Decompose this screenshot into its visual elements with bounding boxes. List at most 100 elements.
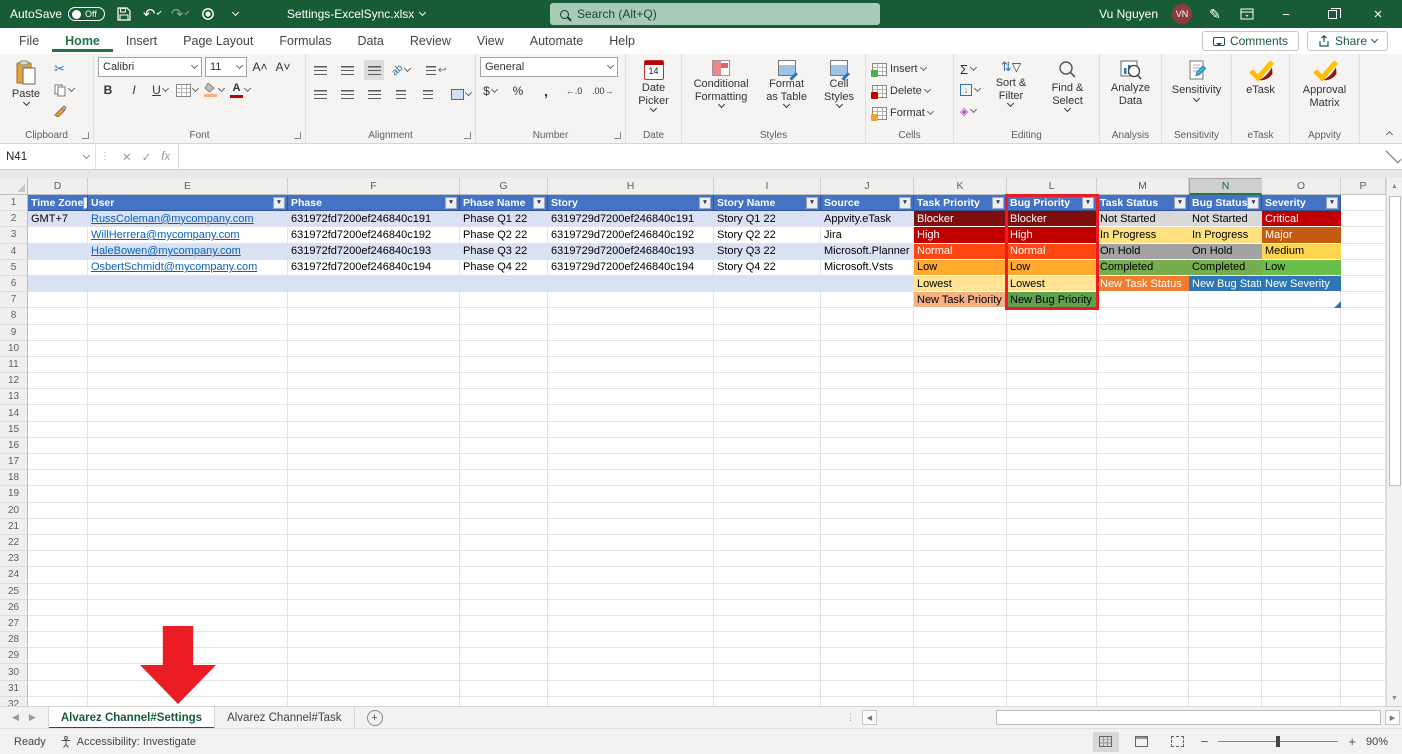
save-button[interactable] — [115, 5, 133, 23]
tab-help[interactable]: Help — [596, 30, 648, 52]
cell-D1[interactable]: Time Zone▼ — [28, 195, 88, 211]
cell-H30[interactable] — [548, 664, 714, 680]
conditional-formatting-button[interactable]: Conditional Formatting — [686, 57, 756, 110]
cell-K32[interactable] — [914, 697, 1007, 706]
cell-P20[interactable] — [1341, 503, 1386, 519]
cell-I28[interactable] — [714, 632, 821, 648]
insert-function-button[interactable]: fx — [161, 151, 170, 163]
align-right-button[interactable] — [364, 84, 384, 104]
cell-I31[interactable] — [714, 681, 821, 697]
cell-F32[interactable] — [288, 697, 460, 706]
cell-G9[interactable] — [460, 325, 548, 341]
close-button[interactable]: × — [1362, 0, 1394, 28]
cell-P11[interactable] — [1341, 357, 1386, 373]
collapse-ribbon-button[interactable] — [1386, 131, 1393, 138]
zoom-slider-thumb[interactable] — [1276, 736, 1280, 747]
cell-M15[interactable] — [1097, 422, 1189, 438]
cell-K18[interactable] — [914, 470, 1007, 486]
cell-N26[interactable] — [1189, 600, 1262, 616]
tab-insert[interactable]: Insert — [113, 30, 170, 52]
cell-H12[interactable] — [548, 373, 714, 389]
cell-G13[interactable] — [460, 389, 548, 405]
row-header-23[interactable]: 23 — [0, 551, 28, 567]
cell-J20[interactable] — [821, 503, 914, 519]
tab-review[interactable]: Review — [397, 30, 464, 52]
cell-I20[interactable] — [714, 503, 821, 519]
format-as-table-button[interactable]: Format as Table — [760, 57, 813, 110]
table-resize-handle[interactable] — [1334, 301, 1341, 308]
cell-I16[interactable] — [714, 438, 821, 454]
cell-H24[interactable] — [548, 567, 714, 583]
cell-P2[interactable] — [1341, 211, 1386, 227]
cell-I11[interactable] — [714, 357, 821, 373]
column-header-O[interactable]: O — [1262, 178, 1341, 195]
row-header-3[interactable]: 3 — [0, 227, 28, 243]
autosum-button[interactable]: Σ — [958, 59, 982, 79]
cell-M14[interactable] — [1097, 405, 1189, 421]
cell-F28[interactable] — [288, 632, 460, 648]
cell-H20[interactable] — [548, 503, 714, 519]
select-all-corner[interactable] — [0, 178, 28, 195]
column-header-N[interactable]: N — [1189, 178, 1262, 195]
cell-F18[interactable] — [288, 470, 460, 486]
cell-N1[interactable]: Bug Status▼ — [1189, 195, 1262, 211]
cell-P6[interactable] — [1341, 276, 1386, 292]
cell-P12[interactable] — [1341, 373, 1386, 389]
cell-J11[interactable] — [821, 357, 914, 373]
cell-N17[interactable] — [1189, 454, 1262, 470]
cell-I6[interactable] — [714, 276, 821, 292]
tab-automate[interactable]: Automate — [517, 30, 597, 52]
filter-button[interactable]: ▼ — [1326, 197, 1338, 209]
cell-H32[interactable] — [548, 697, 714, 706]
cell-L10[interactable] — [1007, 341, 1097, 357]
cell-K21[interactable] — [914, 519, 1007, 535]
etask-button[interactable]: eTask — [1239, 57, 1283, 100]
cell-D7[interactable] — [28, 292, 88, 308]
cell-E23[interactable] — [88, 551, 288, 567]
row-header-19[interactable]: 19 — [0, 486, 28, 502]
underline-button[interactable]: U — [150, 80, 170, 100]
cell-G25[interactable] — [460, 584, 548, 600]
cell-H17[interactable] — [548, 454, 714, 470]
cell-L26[interactable] — [1007, 600, 1097, 616]
cell-F2[interactable]: 631972fd7200ef246840c191 — [288, 211, 460, 227]
decrease-indent-button[interactable] — [391, 84, 411, 104]
number-dialog-launcher[interactable] — [614, 132, 621, 139]
column-header-K[interactable]: K — [914, 178, 1007, 195]
cell-J30[interactable] — [821, 664, 914, 680]
align-left-button[interactable] — [310, 84, 330, 104]
cell-O11[interactable] — [1262, 357, 1341, 373]
cell-I25[interactable] — [714, 584, 821, 600]
filter-button[interactable]: ▼ — [1082, 197, 1094, 209]
cell-M17[interactable] — [1097, 454, 1189, 470]
cell-G30[interactable] — [460, 664, 548, 680]
cell-P29[interactable] — [1341, 648, 1386, 664]
cell-P14[interactable] — [1341, 405, 1386, 421]
top-align-button[interactable] — [310, 60, 330, 80]
cell-H11[interactable] — [548, 357, 714, 373]
vertical-scroll-thumb[interactable] — [1389, 196, 1401, 486]
cell-L9[interactable] — [1007, 325, 1097, 341]
cell-E7[interactable] — [88, 292, 288, 308]
cell-D6[interactable] — [28, 276, 88, 292]
cell-H29[interactable] — [548, 648, 714, 664]
cell-F12[interactable] — [288, 373, 460, 389]
cell-H14[interactable] — [548, 405, 714, 421]
cell-N19[interactable] — [1189, 486, 1262, 502]
cell-N11[interactable] — [1189, 357, 1262, 373]
cell-L15[interactable] — [1007, 422, 1097, 438]
cell-K20[interactable] — [914, 503, 1007, 519]
cell-O1[interactable]: Severity▼ — [1262, 195, 1341, 211]
cell-M25[interactable] — [1097, 584, 1189, 600]
cell-P10[interactable] — [1341, 341, 1386, 357]
cell-K27[interactable] — [914, 616, 1007, 632]
page-break-view-button[interactable] — [1165, 732, 1191, 752]
cell-J21[interactable] — [821, 519, 914, 535]
cell-O14[interactable] — [1262, 405, 1341, 421]
cell-M5[interactable]: Completed — [1097, 260, 1189, 276]
sensitivity-button[interactable]: Sensitivity — [1167, 57, 1227, 104]
cell-N15[interactable] — [1189, 422, 1262, 438]
cell-D29[interactable] — [28, 648, 88, 664]
cell-P13[interactable] — [1341, 389, 1386, 405]
column-header-D[interactable]: D — [28, 178, 88, 195]
